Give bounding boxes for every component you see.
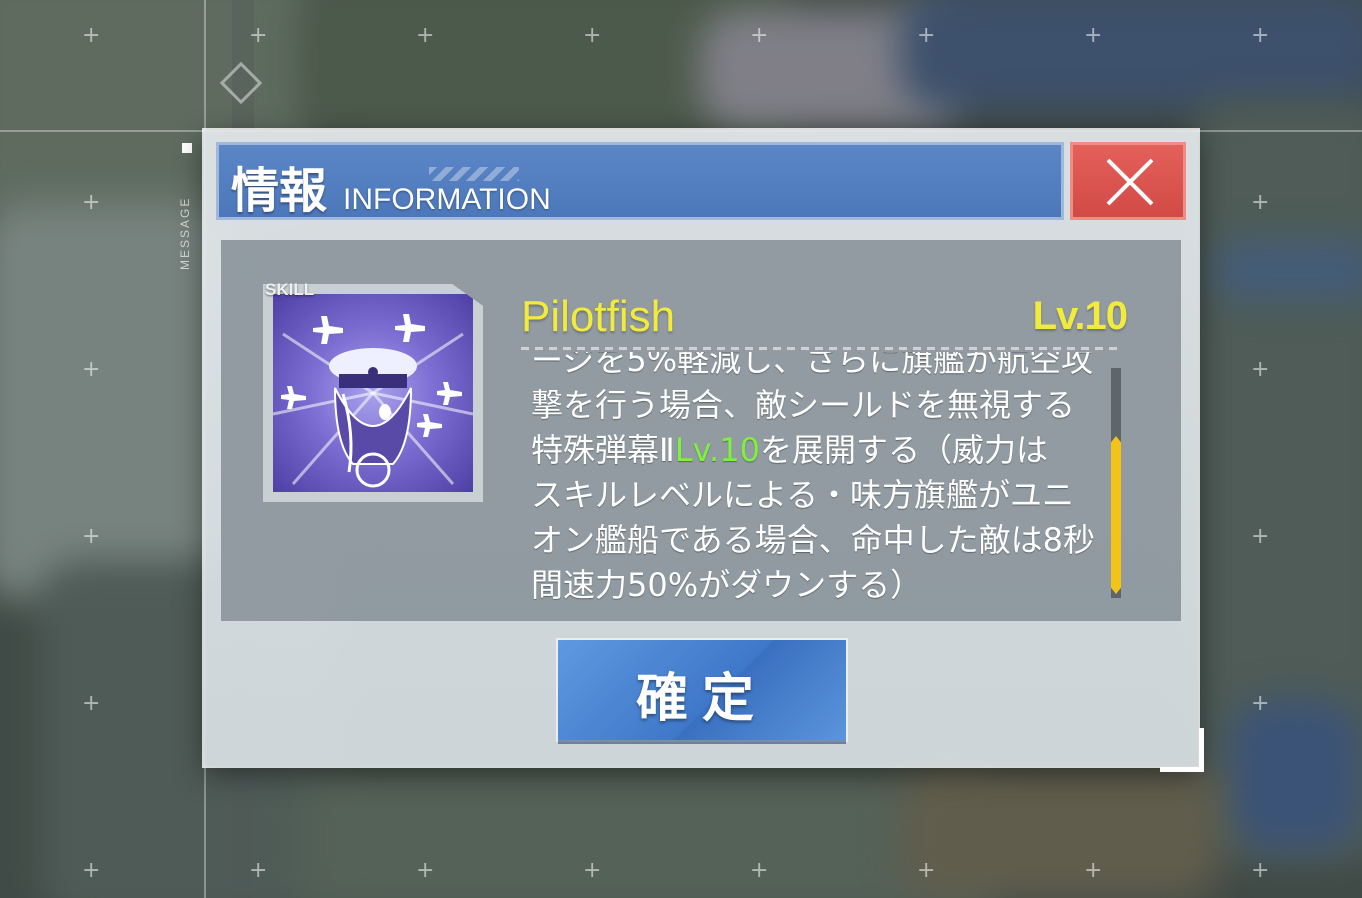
dialog-title: 情報 [231, 163, 328, 219]
description-fragment: を展開する（威力は [759, 431, 1048, 469]
level-highlight: Lv.10 [674, 431, 760, 469]
description-line: オン艦船である場合、命中した敵は8秒 [531, 521, 1096, 559]
description-line: 間速力50%がダウンする） [531, 566, 923, 600]
dialog-title-bar: 情報 INFORMATION [216, 142, 1064, 220]
close-x-icon [1106, 158, 1154, 206]
divider [521, 347, 1119, 350]
pilot-chibi-icon [273, 314, 473, 488]
title-stripes [429, 167, 519, 181]
dialog-subtitle: INFORMATION [343, 183, 551, 216]
description-line: 特殊弾幕ⅡLv.10を展開する（威力は [531, 428, 1095, 473]
confirm-button-label: 確定 [635, 668, 768, 729]
skill-info-panel: SKILL Pilotfish Lv.10 ージを5%軽減し、さらに旗艦が航空攻… [221, 240, 1181, 621]
skill-description: ージを5%軽減し、さらに旗艦が航空攻 撃を行う場合、敵シールドを無視する 特殊弾… [531, 352, 1095, 600]
skill-icon-frame [263, 284, 483, 502]
skill-name: Pilotfish [521, 292, 676, 341]
description-line: ージを5%軽減し、さらに旗艦が航空攻 [531, 352, 1094, 379]
information-dialog: 情報 INFORMATION SKILL Pilotfish Lv.10 ージを… [204, 130, 1204, 772]
description-line: スキルレベルによる・味方旗艦がユニ [531, 476, 1075, 514]
skill-level: Lv.10 [1032, 294, 1128, 338]
message-side-label: MESSAGE [178, 196, 192, 270]
skill-description-scroll[interactable]: ージを5%軽減し、さらに旗艦が航空攻 撃を行う場合、敵シールドを無視する 特殊弾… [531, 352, 1106, 600]
description-scrollbar[interactable] [1111, 368, 1121, 598]
skill-portrait-icon [273, 294, 473, 492]
confirm-button[interactable]: 確定 [558, 640, 846, 740]
description-line: 撃を行う場合、敵シールドを無視する [531, 386, 1076, 424]
description-fragment: 特殊弾幕Ⅱ [531, 431, 675, 469]
scrollbar-thumb[interactable] [1111, 436, 1121, 594]
side-marker [182, 143, 192, 153]
dialog-corner-accent [1160, 728, 1204, 772]
close-button[interactable] [1070, 142, 1186, 220]
skill-tag-label: SKILL [265, 280, 315, 299]
